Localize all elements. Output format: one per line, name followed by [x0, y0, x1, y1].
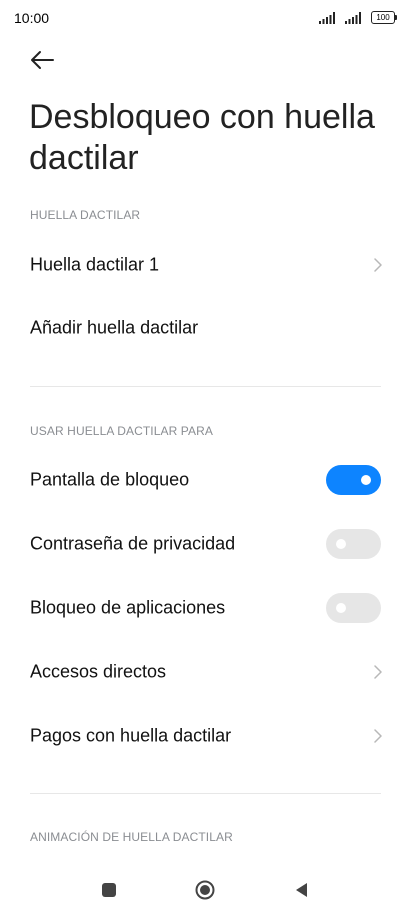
divider — [30, 793, 381, 794]
divider — [30, 386, 381, 387]
status-time: 10:00 — [14, 10, 50, 26]
toggle-knob — [361, 475, 371, 485]
row-lock-screen[interactable]: Pantalla de bloqueo — [0, 450, 411, 510]
status-icons: 100 — [319, 11, 397, 24]
row-privacy-password[interactable]: Contraseña de privacidad — [0, 514, 411, 574]
recents-button[interactable] — [98, 879, 120, 901]
triangle-back-icon — [296, 883, 307, 897]
row-label: Huella dactilar 1 — [30, 254, 160, 275]
row-label: Bloqueo de aplicaciones — [30, 597, 226, 618]
chevron-right-icon — [374, 665, 382, 679]
back-button[interactable] — [28, 48, 56, 72]
row-label: Accesos directos — [30, 661, 167, 682]
row-app-lock[interactable]: Bloqueo de aplicaciones — [0, 578, 411, 638]
square-icon — [102, 883, 116, 897]
toggle-knob — [336, 603, 346, 613]
status-bar: 10:00 100 — [0, 0, 411, 36]
lock-screen-toggle[interactable] — [326, 465, 381, 495]
page-title: Desbloqueo con huella dactilar — [29, 98, 375, 177]
row-add-fingerprint[interactable]: Añadir huella dactilar — [0, 298, 411, 358]
row-fingerprint-payments[interactable]: Pagos con huella dactilar — [0, 706, 411, 766]
circle-icon — [195, 880, 215, 900]
row-label: Pantalla de bloqueo — [30, 469, 190, 490]
section-label-animation: ANIMACIÓN DE HUELLA DACTILAR — [30, 830, 233, 844]
arrow-left-icon — [31, 51, 54, 69]
toggle-knob — [336, 539, 346, 549]
signal-icon — [345, 11, 361, 24]
row-fingerprint-1[interactable]: Huella dactilar 1 — [0, 235, 411, 295]
chevron-right-icon — [374, 258, 382, 272]
row-label: Añadir huella dactilar — [30, 317, 199, 338]
back-nav-button[interactable] — [291, 879, 313, 901]
row-label: Contraseña de privacidad — [30, 533, 236, 554]
navigation-bar — [0, 865, 411, 914]
chevron-right-icon — [374, 729, 382, 743]
section-label-use-for: USAR HUELLA DACTILAR PARA — [30, 424, 213, 438]
battery-icon: 100 — [371, 11, 397, 24]
signal-icon — [319, 11, 335, 24]
home-button[interactable] — [194, 879, 216, 901]
row-shortcuts[interactable]: Accesos directos — [0, 642, 411, 702]
row-label: Pagos con huella dactilar — [30, 725, 232, 746]
app-lock-toggle[interactable] — [326, 593, 381, 623]
privacy-password-toggle[interactable] — [326, 529, 381, 559]
section-label-fingerprint: HUELLA DACTILAR — [30, 208, 141, 222]
